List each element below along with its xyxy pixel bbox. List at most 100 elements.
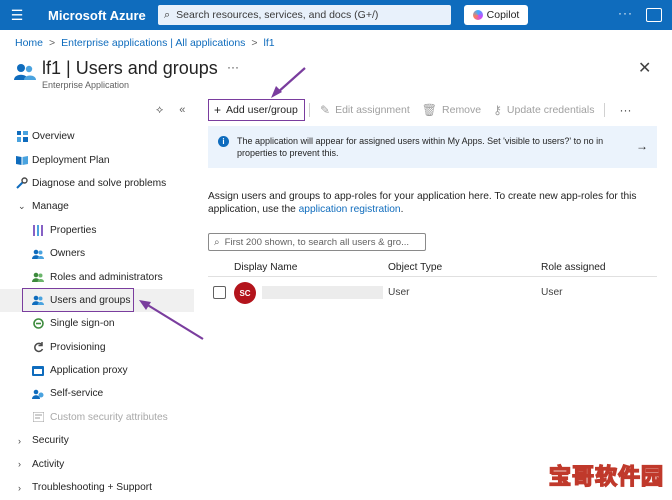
search-placeholder: Search resources, services, and docs (G+… <box>176 9 379 21</box>
update-credentials-button[interactable]: ⚷ Update credentials <box>487 99 600 121</box>
properties-icon <box>32 224 44 236</box>
sidebar-item-label: Application proxy <box>50 365 128 377</box>
toolbar-divider <box>309 103 310 117</box>
sidebar-item-label: Security <box>32 435 69 447</box>
sso-icon <box>32 318 44 330</box>
sidebar-item-label: Deployment Plan <box>32 154 110 166</box>
copilot-icon <box>472 10 483 20</box>
hamburger-menu-icon[interactable]: ☰ <box>0 0 34 30</box>
breadcrumb-home[interactable]: Home <box>15 37 43 49</box>
breadcrumb-app[interactable]: lf1 <box>264 37 275 49</box>
chevron-right-icon: › <box>18 482 21 493</box>
sidebar-item-diagnose[interactable]: Diagnose and solve problems <box>0 172 194 195</box>
chevron-right-icon: › <box>18 459 21 470</box>
arrow-right-icon[interactable]: → <box>636 140 648 152</box>
users-group-icon <box>14 64 36 80</box>
sidebar-group-manage[interactable]: ⌄ Manage <box>0 195 194 218</box>
sidebar-group-security[interactable]: › Security <box>0 429 194 452</box>
annotation-arrow-toolbar <box>271 67 306 98</box>
chevron-right-icon: > <box>251 37 258 49</box>
brand-title[interactable]: Microsoft Azure <box>48 8 146 23</box>
application-registration-link[interactable]: application registration <box>299 204 401 215</box>
wrench-icon <box>16 177 28 190</box>
key-icon: ⚷ <box>493 103 502 117</box>
pencil-icon: ✎ <box>320 103 331 117</box>
sidebar-item-label: Troubleshooting + Support <box>32 482 152 494</box>
sidebar-item-label: Provisioning <box>50 341 106 353</box>
edit-assignment-button[interactable]: ✎ Edit assignment <box>314 99 416 121</box>
global-search-input[interactable]: ⌕ Search resources, services, and docs (… <box>158 5 451 25</box>
sidebar-item-owners[interactable]: Owners <box>0 242 194 265</box>
page-more-icon[interactable]: ··· <box>227 60 239 74</box>
avatar: SC <box>234 282 256 304</box>
sidebar-nav: Overview Deployment Plan Diagnose and so… <box>0 125 194 499</box>
add-user-group-label: Add user/group <box>226 104 298 116</box>
sidebar-item-app-proxy[interactable]: Application proxy <box>0 359 194 382</box>
sidebar-item-label: Owners <box>50 248 86 260</box>
overview-icon <box>16 131 28 143</box>
column-display-name[interactable]: Display Name <box>234 262 297 273</box>
toolbar-more-icon[interactable]: ··· <box>619 103 631 117</box>
sidebar-item-self-service[interactable]: Self-service <box>0 382 194 405</box>
book-icon <box>16 154 28 166</box>
sidebar-item-properties[interactable]: Properties <box>0 219 194 242</box>
close-icon[interactable]: ✕ <box>638 58 651 78</box>
collapse-sidebar-icon[interactable]: « <box>179 104 185 117</box>
sidebar-item-label: Roles and administrators <box>50 271 163 283</box>
breadcrumb: Home > Enterprise applications | All app… <box>15 37 275 49</box>
search-icon: ⌕ <box>214 236 220 248</box>
object-type-value: User <box>388 287 410 298</box>
info-icon: i <box>218 136 229 147</box>
description-text: Assign users and groups to app-roles for… <box>208 190 663 216</box>
watermark-logo: 宝哥软件园 <box>526 456 666 494</box>
table-header: Display Name Object Type Role assigned <box>208 261 657 277</box>
search-users-placeholder: First 200 shown, to search all users & g… <box>224 236 410 248</box>
roles-icon <box>32 271 44 283</box>
column-object-type[interactable]: Object Type <box>388 262 442 273</box>
page-title: lf1 | Users and groups <box>42 58 218 78</box>
search-icon: ⌕ <box>164 8 171 21</box>
sidebar-item-label: Overview <box>32 131 75 143</box>
custom-attributes-icon <box>32 411 44 423</box>
more-icon[interactable]: ··· <box>618 6 633 20</box>
chevron-right-icon: > <box>49 37 56 49</box>
table-row[interactable]: SC User User <box>208 281 657 305</box>
sidebar-item-custom-security-attributes[interactable]: Custom security attributes <box>0 406 194 429</box>
remove-button[interactable]: 🗑︎ Remove <box>416 99 487 121</box>
remove-label: Remove <box>442 104 482 116</box>
sidebar-item-deployment-plan[interactable]: Deployment Plan <box>0 148 194 171</box>
chevron-down-icon: ⌄ <box>18 201 26 212</box>
column-role-assigned[interactable]: Role assigned <box>541 262 606 273</box>
self-service-icon <box>32 388 44 400</box>
sidebar-group-troubleshooting[interactable]: › Troubleshooting + Support <box>0 476 194 499</box>
search-users-input[interactable]: ⌕ First 200 shown, to search all users &… <box>208 233 426 251</box>
sidebar-item-label: Properties <box>50 224 97 236</box>
users-and-groups-highlight-box <box>22 288 134 312</box>
sidebar-item-label: Custom security attributes <box>50 411 168 423</box>
pin-icon[interactable]: ⟡ <box>156 104 163 117</box>
row-checkbox[interactable] <box>213 286 226 299</box>
owners-icon <box>32 248 44 260</box>
copilot-button[interactable]: Copilot <box>464 5 528 25</box>
sidebar-item-overview[interactable]: Overview <box>0 125 194 148</box>
chevron-right-icon: › <box>18 435 21 446</box>
breadcrumb-enterprise-apps[interactable]: Enterprise applications | All applicatio… <box>61 37 245 49</box>
sidebar-item-roles-admins[interactable]: Roles and administrators <box>0 265 194 288</box>
sidebar-group-activity[interactable]: › Activity <box>0 452 194 475</box>
update-credentials-label: Update credentials <box>506 104 595 116</box>
sidebar-item-label: Single sign-on <box>50 318 115 330</box>
description-body: Assign users and groups to app-roles for… <box>208 191 637 215</box>
account-icon[interactable] <box>646 8 662 22</box>
info-banner[interactable]: i The application will appear for assign… <box>208 126 657 168</box>
sidebar-item-label: Activity <box>32 458 65 470</box>
add-user-group-button[interactable]: + Add user/group <box>208 99 305 121</box>
sidebar-item-label: Self-service <box>50 388 104 400</box>
plus-icon: + <box>214 103 222 117</box>
sidebar-item-label: Manage <box>32 201 69 213</box>
edit-assignment-label: Edit assignment <box>335 104 410 116</box>
sidebar-item-label: Diagnose and solve problems <box>32 177 167 189</box>
sidebar-item-sso[interactable]: Single sign-on <box>0 312 194 335</box>
sidebar-item-provisioning[interactable]: Provisioning <box>0 336 194 359</box>
watermark-text: 宝哥软件园 <box>546 459 666 491</box>
description-end: . <box>400 204 404 215</box>
